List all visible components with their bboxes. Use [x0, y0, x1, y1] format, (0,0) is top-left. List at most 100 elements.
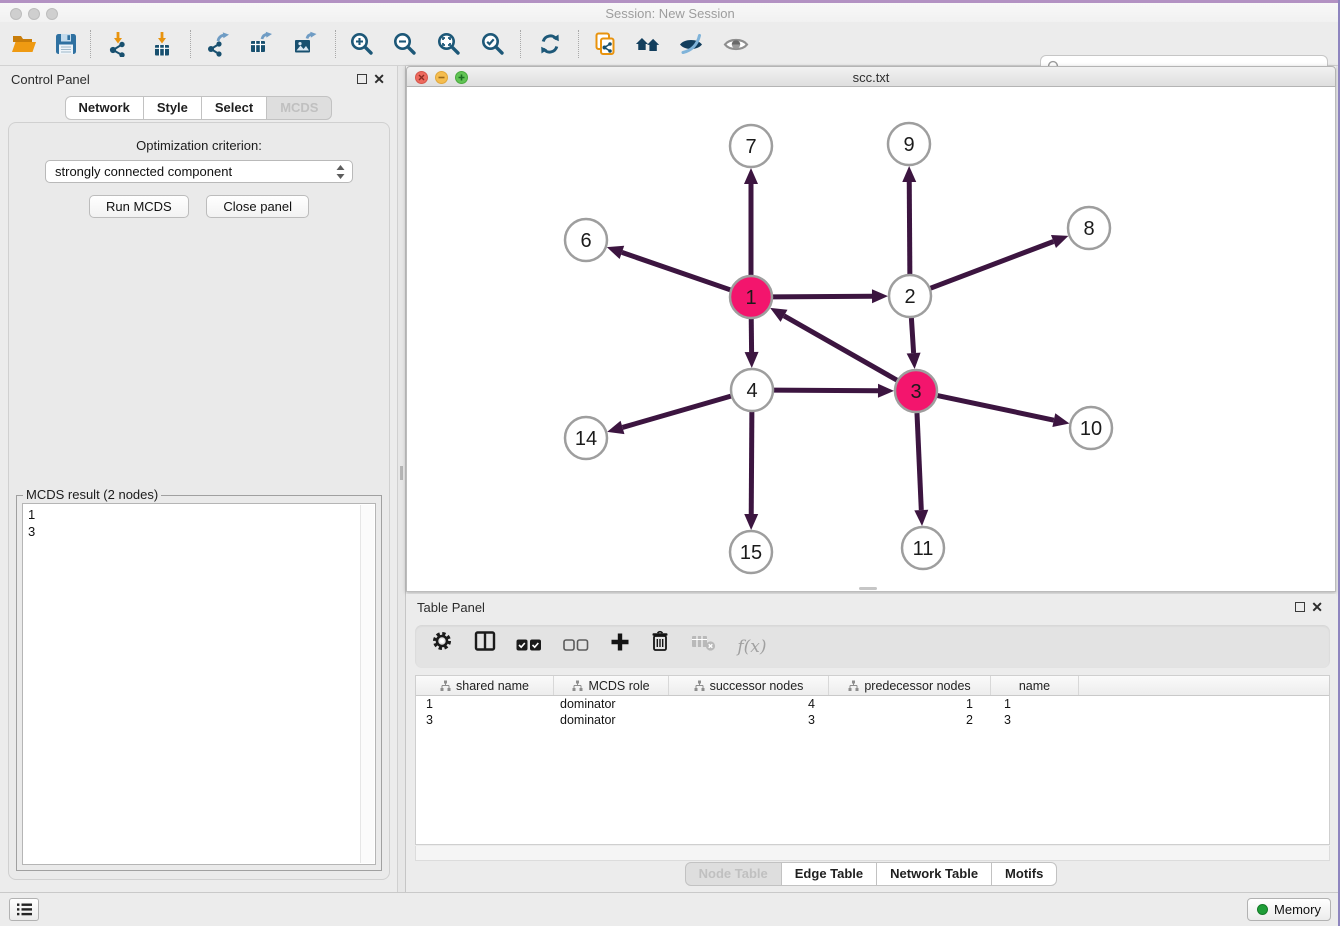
tab-mcds[interactable]: MCDS	[266, 96, 332, 120]
edge-arrow-1-2	[872, 289, 888, 303]
float-table-panel-icon[interactable]	[1295, 602, 1305, 612]
network-window-title: scc.txt	[407, 70, 1335, 85]
import-network-icon[interactable]	[105, 31, 131, 57]
tab-select[interactable]: Select	[201, 96, 267, 120]
trash-icon[interactable]	[650, 626, 670, 669]
edge-1-2[interactable]	[773, 296, 872, 297]
edge-4-14[interactable]	[623, 396, 731, 427]
table-cell: 1	[416, 696, 554, 712]
edge-arrow-1-6	[607, 246, 624, 259]
task-list-button[interactable]	[9, 898, 39, 921]
table-row-1[interactable]: 3dominator323	[416, 712, 1329, 728]
edge-2-9[interactable]	[909, 182, 910, 274]
tab-node-table[interactable]: Node Table	[685, 862, 782, 886]
open-session-icon[interactable]	[11, 31, 37, 57]
edge-arrow-1-4	[745, 352, 759, 368]
tab-edge-table[interactable]: Edge Table	[781, 862, 877, 886]
mcds-panel: Optimization criterion: strongly connect…	[8, 122, 390, 880]
network-window-titlebar[interactable]: scc.txt	[406, 66, 1336, 87]
edge-3-1[interactable]	[784, 316, 897, 380]
result-scrollbar[interactable]	[360, 505, 374, 863]
function-builder-icon[interactable]: f(x)	[737, 626, 766, 669]
graph-node-label-6: 6	[580, 230, 591, 252]
table-cell: 1	[991, 696, 1079, 712]
window-accent-border-top	[0, 0, 1340, 3]
node-table: shared name MCDS role successor nodesprede…	[415, 675, 1330, 845]
edge-arrow-4-3	[878, 384, 894, 398]
eye-slash-icon[interactable]	[678, 31, 704, 57]
close-panel-button[interactable]: Close panel	[206, 195, 309, 218]
column-header-name[interactable]: name	[991, 676, 1079, 695]
control-panel: Control Panel ✕ NetworkStyleSelectMCDS O…	[0, 66, 397, 892]
graph-node-label-8: 8	[1083, 218, 1094, 240]
zoom-in-icon[interactable]	[349, 31, 375, 57]
graph-node-label-14: 14	[575, 428, 597, 450]
graph-node-label-15: 15	[740, 542, 762, 564]
houses-icon[interactable]	[635, 31, 663, 57]
duplicate-network-icon[interactable]	[592, 31, 618, 57]
divider-thumb[interactable]	[400, 466, 403, 480]
edge-2-3[interactable]	[911, 318, 913, 353]
refresh-icon[interactable]	[537, 31, 563, 57]
tab-motifs[interactable]: Motifs	[991, 862, 1057, 886]
close-table-panel-icon[interactable]: ✕	[1311, 600, 1323, 614]
edge-3-10[interactable]	[938, 396, 1054, 421]
column-header-label: name	[1019, 679, 1050, 693]
edge-arrow-2-8	[1051, 235, 1068, 248]
deselect-all-icon[interactable]	[563, 626, 589, 669]
column-header-label: MCDS role	[588, 679, 649, 693]
zoom-out-icon[interactable]	[392, 31, 418, 57]
status-bar: Memory	[0, 892, 1340, 926]
edge-4-3[interactable]	[774, 390, 878, 391]
memory-button[interactable]: Memory	[1247, 898, 1331, 921]
select-all-icon[interactable]	[516, 626, 542, 669]
eye-icon[interactable]	[723, 31, 749, 57]
zoom-fit-icon[interactable]	[436, 31, 462, 57]
network-view-window: scc.txt 7968124314101511	[406, 66, 1336, 592]
columns-icon[interactable]	[474, 626, 496, 669]
export-image-icon[interactable]	[292, 31, 318, 57]
export-table-icon[interactable]	[248, 31, 274, 57]
tab-style[interactable]: Style	[143, 96, 202, 120]
graph-node-label-7: 7	[745, 136, 756, 158]
column-header-filler	[1079, 676, 1329, 695]
criterion-dropdown[interactable]: strongly connected component	[45, 160, 353, 183]
network-canvas[interactable]: 7968124314101511	[406, 87, 1336, 592]
main-toolbar	[0, 22, 1340, 66]
import-table-icon[interactable]	[149, 31, 175, 57]
table-row-0[interactable]: 1dominator411	[416, 696, 1329, 712]
run-mcds-button[interactable]: Run MCDS	[89, 195, 189, 218]
mcds-result-values: 1 3	[28, 506, 355, 862]
column-header-shared-name[interactable]: shared name	[416, 676, 554, 695]
toolbar-separator	[190, 30, 191, 58]
add-icon[interactable]	[610, 626, 630, 669]
column-header-successor-nodes[interactable]: successor nodes	[669, 676, 829, 695]
export-network-icon[interactable]	[205, 31, 231, 57]
title-bar: Session: New Session	[0, 3, 1340, 22]
edge-arrow-1-7	[744, 168, 758, 184]
edge-3-11[interactable]	[917, 413, 921, 510]
column-header-MCDS-role[interactable]: MCDS role	[554, 676, 669, 695]
dropdown-stepper-icon	[335, 163, 346, 184]
tab-network[interactable]: Network	[65, 96, 144, 120]
toolbar-separator	[578, 30, 579, 58]
mcds-result-area[interactable]: 1 3	[22, 503, 376, 865]
zoom-selected-icon[interactable]	[480, 31, 506, 57]
delete-table-icon[interactable]	[691, 626, 717, 669]
panel-divider[interactable]	[397, 66, 406, 892]
graph-node-label-9: 9	[903, 134, 914, 156]
column-header-predecessor-nodes[interactable]: predecessor nodes	[829, 676, 991, 695]
edge-2-8[interactable]	[931, 241, 1054, 288]
table-cell: 3	[669, 712, 829, 728]
edge-4-15[interactable]	[751, 412, 752, 514]
table-horizontal-scrollbar[interactable]	[415, 846, 1330, 861]
close-panel-icon[interactable]: ✕	[373, 72, 385, 86]
edge-1-6[interactable]	[622, 252, 730, 289]
save-session-icon[interactable]	[53, 31, 79, 57]
tab-network-table[interactable]: Network Table	[876, 862, 992, 886]
gear-icon[interactable]	[431, 626, 453, 669]
network-graph[interactable]: 7968124314101511	[407, 87, 1335, 591]
canvas-scroll-indicator	[859, 587, 877, 590]
memory-status-icon	[1257, 904, 1268, 915]
float-panel-icon[interactable]	[357, 74, 367, 84]
